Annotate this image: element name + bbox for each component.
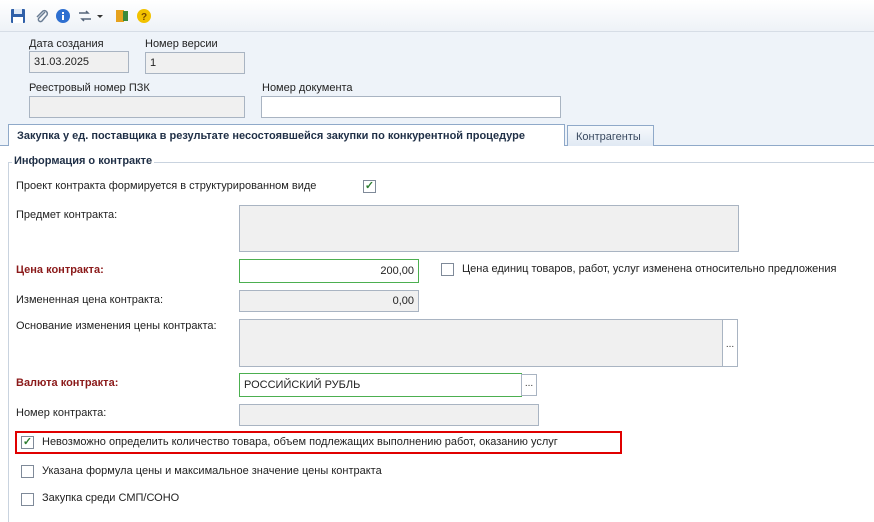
changed-price-field[interactable]: 0,00 (239, 290, 419, 312)
price-label: Цена контракта: (16, 264, 104, 276)
version-label: Номер версии (145, 38, 218, 50)
tab-counterparties[interactable]: Контрагенты (567, 125, 654, 147)
formula-checkbox[interactable] (21, 465, 34, 478)
exit-icon[interactable] (114, 8, 130, 24)
registry-number-label: Реестровый номер ПЗК (29, 82, 150, 94)
creation-date-field[interactable]: 31.03.2025 (29, 51, 129, 73)
toolbar: ? (0, 0, 874, 32)
info-icon[interactable] (55, 8, 71, 24)
currency-select-button[interactable]: ... (521, 374, 537, 396)
creation-date-label: Дата создания (29, 38, 104, 50)
subject-label: Предмет контракта: (16, 209, 118, 221)
smp-checkbox[interactable] (21, 493, 34, 506)
help-icon[interactable]: ? (136, 8, 152, 24)
document-number-field[interactable] (261, 96, 561, 118)
registry-number-field[interactable] (29, 96, 245, 118)
unit-price-changed-label: Цена единиц товаров, работ, услуг измене… (462, 263, 837, 275)
tab-single-supplier[interactable]: Закупка у ед. поставщика в результате не… (8, 124, 565, 147)
impossible-qty-label: Невозможно определить количество товара,… (42, 436, 558, 448)
attach-icon[interactable] (34, 8, 50, 24)
structured-checkbox[interactable]: ✓ (363, 180, 376, 193)
version-field[interactable]: 1 (145, 52, 245, 74)
workflow-icon[interactable] (77, 8, 93, 24)
subject-field[interactable] (239, 205, 739, 252)
changed-price-label: Измененная цена контракта: (16, 294, 164, 306)
contract-number-label: Номер контракта: (16, 407, 107, 419)
unit-price-changed-checkbox[interactable] (441, 263, 454, 276)
document-number-label: Номер документа (262, 82, 353, 94)
change-basis-select-button[interactable]: ... (722, 319, 738, 367)
formula-label: Указана формула цены и максимальное знач… (42, 465, 382, 477)
change-basis-field[interactable] (239, 319, 723, 367)
currency-label: Валюта контракта: (16, 377, 119, 389)
structured-label: Проект контракта формируется в структури… (16, 180, 317, 192)
change-basis-label: Основание изменения цены контракта: (16, 320, 217, 332)
chevron-down-icon[interactable] (96, 8, 104, 24)
svg-text:?: ? (141, 12, 147, 23)
smp-label: Закупка среди СМП/СОНО (42, 492, 180, 504)
currency-field[interactable]: РОССИЙСКИЙ РУБЛЬ (239, 373, 522, 397)
price-field[interactable]: 200,00 (239, 259, 419, 283)
impossible-qty-checkbox[interactable]: ✓ (21, 436, 34, 449)
contract-number-field[interactable] (239, 404, 539, 426)
contract-info-title: Информация о контракте (12, 155, 155, 167)
save-icon[interactable] (10, 8, 26, 24)
